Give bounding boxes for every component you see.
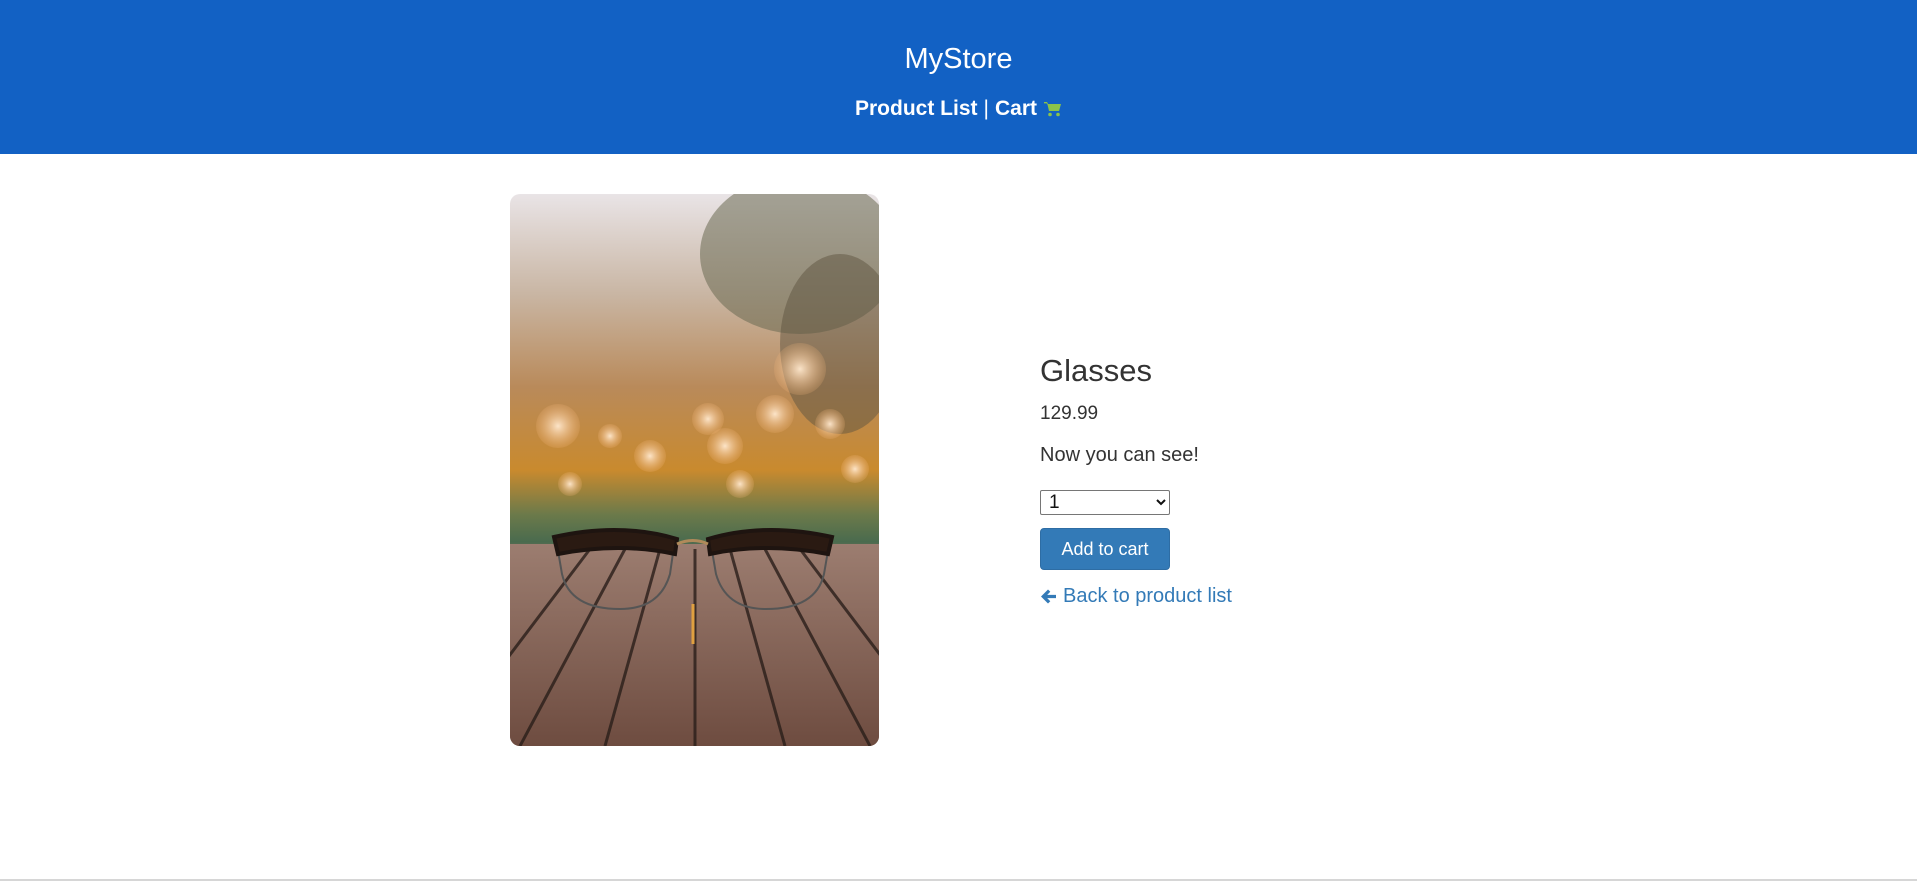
back-to-product-list-link[interactable]: Back to product list (1040, 583, 1232, 609)
site-header: MyStore Product List | Cart (0, 0, 1917, 154)
back-link-label: Back to product list (1063, 585, 1232, 607)
product-image (510, 194, 879, 746)
page-bottom-divider (0, 879, 1917, 881)
nav-separator: | (983, 97, 989, 120)
nav-product-list-link[interactable]: Product List (855, 94, 978, 124)
main-nav: Product List | Cart (0, 94, 1917, 124)
product-name: Glasses (1040, 353, 1152, 388)
add-to-cart-button[interactable]: Add to cart (1040, 528, 1170, 570)
store-brand: MyStore (904, 43, 1013, 75)
product-description: Now you can see! (1040, 444, 1199, 466)
product-photo-glasses (510, 194, 879, 746)
product-details: Glasses 129.99 Now you can see! 1 Add to… (1040, 348, 1540, 610)
quantity-select[interactable]: 1 (1040, 490, 1170, 515)
shopping-cart-icon (1044, 102, 1061, 117)
nav-cart-label: Cart (994, 97, 1037, 120)
nav-cart-link[interactable]: Cart (995, 94, 1062, 124)
product-price: 129.99 (1040, 403, 1099, 424)
arrow-left-icon (1041, 589, 1056, 603)
